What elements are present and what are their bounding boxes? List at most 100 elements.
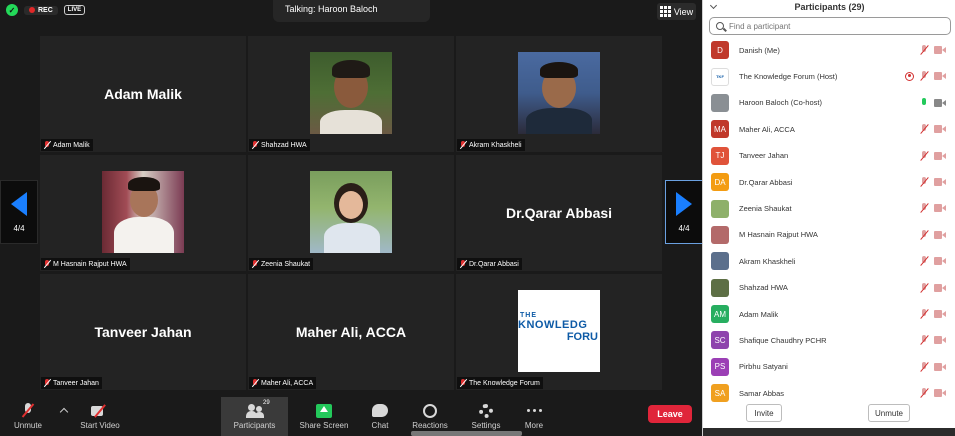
video-tile[interactable]: Zeenia Shaukat (248, 155, 454, 271)
tile-label-text: Dr.Qarar Abbasi (469, 260, 519, 268)
avatar: DA (711, 173, 729, 192)
participant-name-display: Maher Ali, ACCA (295, 324, 407, 340)
tile-label: The Knowledge Forum (457, 377, 543, 389)
participant-name-display: Dr.Qarar Abbasi (505, 205, 613, 221)
mic-muted-icon (44, 379, 50, 387)
participant-row[interactable]: Zeenia Shaukat (703, 195, 955, 221)
start-video-button[interactable]: Start Video (76, 397, 124, 436)
avatar: SC (711, 331, 729, 350)
participant-row[interactable]: M Hasnain Rajput HWA (703, 222, 955, 248)
tile-label: Dr.Qarar Abbasi (457, 258, 522, 270)
participant-row[interactable]: D Danish (Me) (703, 37, 955, 63)
video-tile[interactable]: Dr.Qarar Abbasi Dr.Qarar Abbasi (456, 155, 662, 271)
video-tile[interactable]: THE KNOWLEDG FORU The Knowledge Forum (456, 274, 662, 390)
participant-row[interactable]: TKF The Knowledge Forum (Host) (703, 63, 955, 89)
participant-status-icons (920, 203, 946, 213)
share-screen-icon (316, 403, 332, 418)
logo-text-forum: FORU (566, 331, 598, 343)
participant-row[interactable]: SC Shafique Chaudhry PCHR (703, 327, 955, 353)
avatar-photo (102, 171, 184, 253)
unmute-me-button[interactable]: Unmute (868, 404, 910, 422)
video-tile[interactable]: Maher Ali, ACCA Maher Ali, ACCA (248, 274, 454, 390)
mic-muted-icon (252, 260, 258, 268)
avatar (711, 199, 729, 218)
view-button[interactable]: View (657, 3, 696, 20)
share-screen-button[interactable]: Share Screen (297, 397, 351, 436)
avatar-initials: MA (714, 124, 726, 134)
camera-off-icon (934, 257, 946, 266)
leave-button[interactable]: Leave (648, 405, 692, 423)
tile-label-text: Zeenia Shaukat (261, 260, 311, 268)
participant-status-icons (905, 71, 946, 81)
logo-text-the: THE (520, 312, 537, 319)
participant-row[interactable]: DA Dr.Qarar Abbasi (703, 169, 955, 195)
participant-row[interactable]: Akram Khaskheli (703, 248, 955, 274)
tile-label: M Hasnain Rajput HWA (41, 258, 130, 270)
participant-name: Dr.Qarar Abbasi (739, 177, 793, 187)
participant-search[interactable] (709, 17, 951, 35)
video-tile[interactable]: M Hasnain Rajput HWA (40, 155, 246, 271)
participant-search-input[interactable] (729, 21, 929, 31)
participant-status-icons (920, 45, 946, 55)
camera-off-icon (934, 389, 946, 398)
tile-label-text: The Knowledge Forum (469, 379, 540, 387)
participant-name: M Hasnain Rajput HWA (739, 230, 818, 240)
participant-name: Maher Ali, ACCA (739, 124, 795, 134)
participant-status-icons (920, 97, 946, 108)
chat-label: Chat (371, 421, 389, 430)
participant-row[interactable]: TJ Tanveer Jahan (703, 143, 955, 169)
tile-label: Zeenia Shaukat (249, 258, 314, 270)
participant-name: Adam Malik (739, 309, 779, 319)
meeting-toolbar: Unmute Start Video 29 Participants Share… (0, 397, 702, 436)
collapse-chevron-icon[interactable] (709, 1, 718, 10)
avatar: D (711, 41, 729, 60)
participant-row[interactable]: AM Adam Malik (703, 301, 955, 327)
avatar-photo (310, 52, 392, 134)
participant-status-icons (920, 388, 946, 398)
start-video-label: Start Video (80, 421, 120, 430)
avatar: SA (711, 384, 729, 403)
more-dots-icon (526, 409, 542, 412)
participants-button[interactable]: 29 Participants (221, 397, 288, 436)
video-tile[interactable]: Shahzad HWA (248, 36, 454, 152)
camera-off-icon (934, 125, 946, 134)
horizontal-scrollbar[interactable] (411, 431, 522, 436)
video-off-icon (91, 405, 109, 417)
video-tile[interactable]: Akram Khaskheli (456, 36, 662, 152)
camera-off-icon (934, 309, 946, 318)
tile-label-text: M Hasnain Rajput HWA (53, 260, 127, 268)
video-tile[interactable]: Adam Malik Adam Malik (40, 36, 246, 152)
unmute-button[interactable]: Unmute (6, 397, 50, 436)
avatar (711, 225, 729, 244)
people-icon (245, 403, 264, 418)
participant-row[interactable]: Haroon Baloch (Co-host) (703, 90, 955, 116)
more-button[interactable]: More (519, 397, 549, 436)
live-badge[interactable]: LIVE (63, 5, 86, 15)
invite-button[interactable]: Invite (746, 404, 782, 422)
mic-muted-icon (44, 260, 50, 268)
arrow-left-icon (11, 191, 27, 216)
participant-row[interactable]: MA Maher Ali, ACCA (703, 116, 955, 142)
tile-label: Tanveer Jahan (41, 377, 102, 389)
camera-off-icon (934, 230, 946, 239)
camera-off-icon (934, 177, 946, 186)
microphone-muted-icon (920, 124, 928, 134)
previous-page-button[interactable]: 4/4 (0, 180, 38, 244)
participant-row[interactable]: Shahzad HWA (703, 275, 955, 301)
chat-button[interactable]: Chat (365, 397, 395, 436)
tile-label-text: Maher Ali, ACCA (261, 379, 314, 387)
recording-indicator[interactable]: REC (24, 5, 58, 15)
camera-off-icon (934, 46, 946, 54)
avatar-initials: SC (714, 335, 726, 345)
participant-row[interactable]: PS Pirbhu Satyani (703, 354, 955, 380)
audio-options-chevron-icon[interactable] (59, 407, 69, 417)
camera-off-icon (934, 151, 946, 160)
shield-icon[interactable]: ✓ (6, 4, 18, 16)
knowledge-forum-logo: THE KNOWLEDG FORU (518, 290, 600, 372)
video-tile[interactable]: Tanveer Jahan Tanveer Jahan (40, 274, 246, 390)
reactions-label: Reactions (412, 421, 448, 430)
participant-status-icons (920, 361, 946, 372)
microphone-muted-icon (920, 203, 928, 213)
reactions-icon (423, 403, 437, 418)
next-page-button[interactable]: 4/4 (665, 180, 703, 244)
